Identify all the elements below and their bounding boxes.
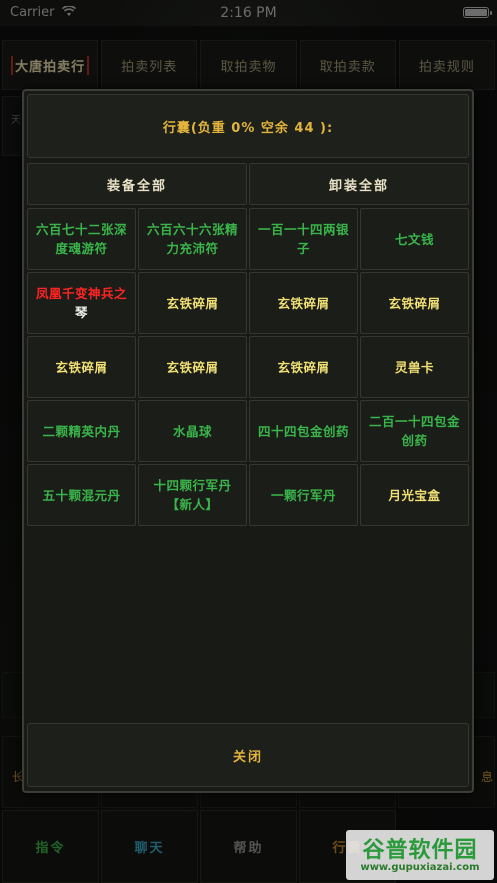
inventory-item[interactable]: 灵兽卡 — [360, 336, 469, 398]
inventory-item[interactable]: 水晶球 — [138, 400, 247, 462]
inventory-item[interactable]: 六百六十六张精力充沛符 — [138, 208, 247, 270]
item-name-white: 琴 — [74, 305, 88, 320]
inventory-item[interactable]: 十四颗行军丹【新人】 — [138, 464, 247, 526]
inventory-item[interactable]: 二百一十四包金创药 — [360, 400, 469, 462]
inventory-item[interactable]: 月光宝盒 — [360, 464, 469, 526]
inventory-header: 行囊(负重 0% 空余 44 ): — [27, 94, 469, 158]
inventory-modal: 行囊(负重 0% 空余 44 ): 装备全部 卸装全部 六百七十二张深度魂游符 … — [22, 89, 474, 793]
item-name-red: 凤凰千变神兵之 — [36, 286, 128, 301]
close-button[interactable]: 关闭 — [27, 723, 469, 787]
inventory-item[interactable]: 玄铁碎屑 — [138, 272, 247, 334]
watermark-url: www.gupuxiazai.com — [360, 862, 480, 873]
inventory-item[interactable]: 玄铁碎屑 — [249, 272, 358, 334]
inventory-item[interactable]: 凤凰千变神兵之琴 — [27, 272, 136, 334]
inventory-item[interactable]: 五十颗混元丹 — [27, 464, 136, 526]
status-time: 2:16 PM — [220, 5, 277, 21]
inventory-actions: 装备全部 卸装全部 — [27, 163, 469, 205]
inventory-item[interactable]: 二颗精英内丹 — [27, 400, 136, 462]
inventory-item[interactable]: 七文钱 — [360, 208, 469, 270]
inventory-item[interactable]: 一百一十四两银子 — [249, 208, 358, 270]
inventory-item[interactable]: 玄铁碎屑 — [27, 336, 136, 398]
unequip-all-button[interactable]: 卸装全部 — [249, 163, 469, 205]
inventory-item[interactable]: 一颗行军丹 — [249, 464, 358, 526]
inventory-item[interactable]: 四十四包金创药 — [249, 400, 358, 462]
watermark-logo: 谷普软件园 www.gupuxiazai.com — [346, 830, 494, 880]
inventory-item[interactable]: 玄铁碎屑 — [360, 272, 469, 334]
watermark-title: 谷普软件园 — [362, 838, 478, 863]
inventory-item[interactable]: 玄铁碎屑 — [138, 336, 247, 398]
inventory-item[interactable]: 玄铁碎屑 — [249, 336, 358, 398]
inventory-item[interactable]: 六百七十二张深度魂游符 — [27, 208, 136, 270]
battery-icon — [463, 7, 492, 18]
inventory-grid: 六百七十二张深度魂游符 六百六十六张精力充沛符 一百一十四两银子 七文钱 凤凰千… — [27, 208, 469, 526]
status-bar: Carrier 2:16 PM — [0, 0, 497, 26]
equip-all-button[interactable]: 装备全部 — [27, 163, 247, 205]
